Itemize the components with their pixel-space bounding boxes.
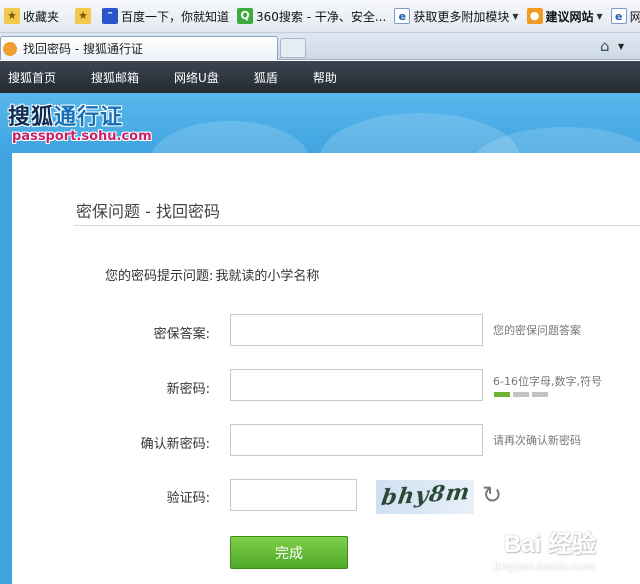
favorite-link-label: 获取更多附加模块 (413, 9, 510, 24)
confirm-password-input[interactable] (230, 424, 483, 456)
favorite-link-label: 建议网站 (545, 9, 594, 24)
strength-segment (494, 392, 510, 397)
left-edge-bar (0, 153, 12, 584)
site-nav: 搜狐首页 搜狐邮箱 网络U盘 狐盾 帮助 (0, 61, 640, 93)
watermark-url: jingyan.baidu.com (494, 560, 596, 573)
favorites-button[interactable]: ★ 收藏夹 (0, 4, 63, 28)
chevron-down-icon[interactable]: ▼ (618, 42, 624, 51)
ie-icon: e (394, 8, 411, 24)
strength-segment (513, 392, 529, 397)
suggested-sites-icon: ● (526, 8, 543, 24)
favorite-link-baidu[interactable]: ᵔ 百度一下，你就知道 (98, 4, 233, 28)
new-password-input[interactable] (230, 369, 483, 401)
confirm-password-label: 确认新密码: (140, 437, 210, 452)
suggested-sites-link[interactable]: ● 建议网站 ▼ (523, 4, 607, 28)
captcha-input[interactable] (230, 479, 357, 511)
favorite-link-label: 360搜索 - 干净、安全... (256, 9, 387, 24)
captcha-image-text: bhy8m (379, 480, 473, 512)
get-addons-link[interactable]: e 获取更多附加模块 ▼ (390, 4, 522, 28)
tab-title: 找回密码 - 搜狐通行证 (23, 42, 143, 56)
refresh-icon[interactable]: ↻ (482, 481, 502, 509)
tab-bar: 找回密码 - 搜狐通行证 ⌂ ▼ (0, 33, 640, 60)
nav-network-disk[interactable]: 网络U盘 (174, 69, 219, 86)
search-360-icon: Q (237, 8, 254, 24)
hint-label: 您的密码提示问题: (105, 269, 214, 284)
baidu-icon: ᵔ (102, 8, 119, 24)
password-strength-meter (494, 392, 551, 397)
security-answer-input[interactable] (230, 314, 483, 346)
new-password-label: 新密码: (166, 382, 210, 397)
favorites-star-icon: ★ (4, 8, 20, 24)
home-icon[interactable]: ⌂ (600, 37, 610, 55)
answer-tip: 您的密保问题答案 (493, 324, 581, 337)
captcha-image[interactable]: bhy8m (376, 480, 474, 514)
add-favorite-button[interactable]: ★ (71, 4, 98, 28)
chevron-down-icon: ▼ (596, 11, 603, 21)
favorites-bar: ★ 收藏夹 ★ ᵔ 百度一下，你就知道 Q 360搜索 - 干净、安全... e… (0, 0, 640, 33)
cloud-decoration (150, 121, 310, 153)
tab-active[interactable]: 找回密码 - 搜狐通行证 (0, 36, 278, 60)
confirm-password-tip: 请再次确认新密码 (493, 434, 581, 447)
sohu-passport-logo[interactable]: 搜狐通行证 (8, 99, 123, 131)
favorite-link-360[interactable]: Q 360搜索 - 干净、安全... (233, 4, 390, 28)
submit-button[interactable]: 完成 (230, 536, 348, 569)
captcha-label: 验证码: (166, 491, 210, 506)
chevron-down-icon: ▼ (512, 11, 519, 21)
header-banner: 搜狐通行证 passport.sohu.com (0, 93, 640, 153)
nav-sohu-home[interactable]: 搜狐首页 (8, 69, 56, 86)
page-title: 密保问题 - 找回密码 (76, 202, 220, 221)
nav-hudun[interactable]: 狐盾 (254, 69, 278, 86)
favorite-link-label: 百度一下，你就知道 (121, 9, 230, 24)
favorite-link-web[interactable]: e 网 (607, 4, 640, 28)
password-hint: 您的密码提示问题: 我就读的小学名称 (103, 265, 319, 284)
nav-help[interactable]: 帮助 (313, 69, 337, 86)
ie-icon: e (610, 8, 627, 24)
favorites-label: 收藏夹 (23, 9, 60, 24)
watermark-brand: Bai 经验 (504, 531, 597, 558)
nav-sohu-mail[interactable]: 搜狐邮箱 (91, 69, 139, 86)
answer-label: 密保答案: (153, 327, 210, 342)
sohu-favicon-icon (3, 41, 17, 56)
add-favorite-icon: ★ (75, 8, 92, 24)
new-password-tip: 6-16位字母,数字,符号 (493, 375, 602, 388)
strength-segment (532, 392, 548, 397)
title-divider (74, 225, 640, 226)
new-tab-button[interactable] (280, 38, 306, 58)
hint-value: 我就读的小学名称 (215, 269, 320, 284)
logo-url: passport.sohu.com (12, 129, 152, 144)
baidu-jingyan-watermark: Bai 经验 jingyan.baidu.com (494, 514, 634, 578)
favorite-link-label: 网 (630, 8, 640, 25)
logo-text-sohu: 搜狐 (8, 105, 55, 130)
logo-text-passport: 通行证 (54, 105, 124, 130)
